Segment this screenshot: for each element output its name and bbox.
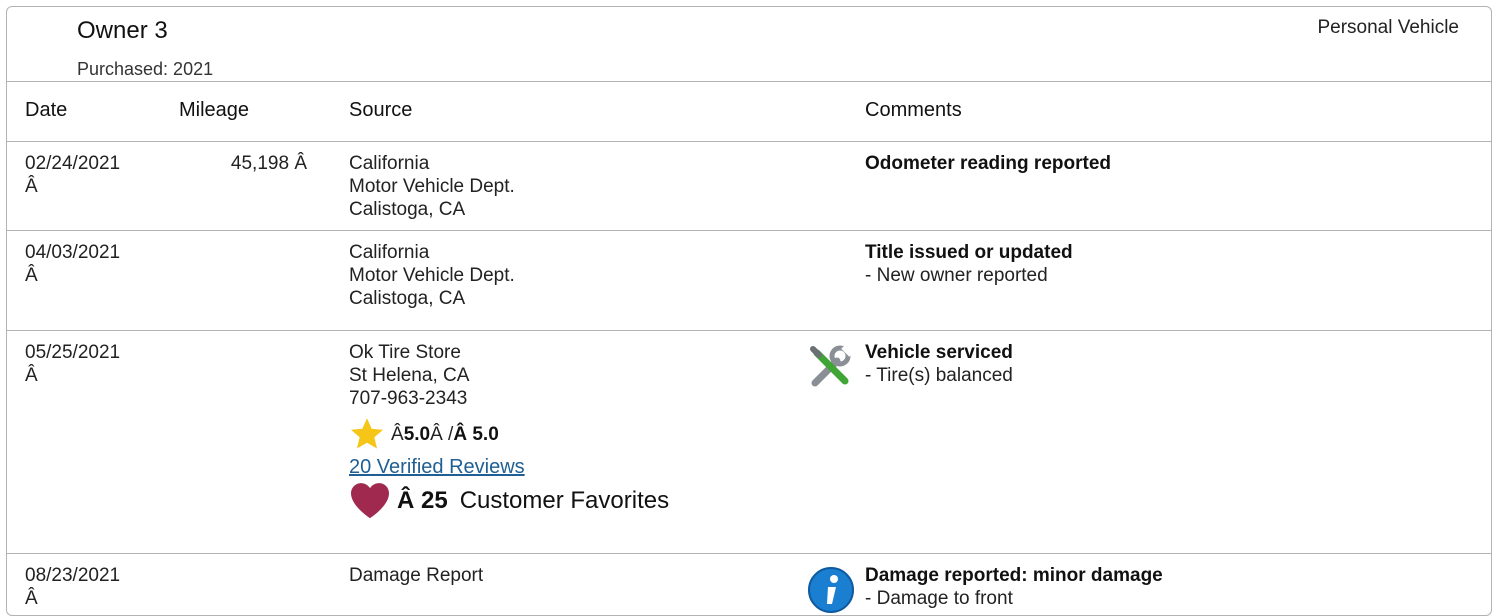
table-row: 05/25/2021 Â Ok Tire Store St Helena, CA…: [7, 331, 1491, 554]
date-value: 08/23/2021: [25, 565, 121, 586]
row-source: Ok Tire Store St Helena, CA 707-963-2343…: [349, 341, 669, 519]
comment-detail: - Damage to front: [865, 588, 1013, 609]
source-line: Calistoga, CA: [349, 199, 466, 220]
verified-reviews-link[interactable]: 20 Verified Reviews: [349, 456, 669, 479]
date-value: 05/25/2021: [25, 342, 121, 363]
row-date: 05/25/2021 Â: [25, 341, 120, 387]
tools-icon: [807, 343, 855, 391]
date-value: 04/03/2021: [25, 242, 121, 263]
column-header-date: Date: [25, 99, 68, 121]
row-source: Damage Report: [349, 564, 483, 587]
date-value: 02/24/2021: [25, 153, 121, 174]
comment-title: Title issued or updated: [865, 242, 1073, 263]
rating-separator: Â /: [430, 423, 454, 445]
owner-header: Owner 3 Purchased: 2021 Personal Vehicle: [7, 7, 1491, 82]
customer-favorites: Â 25 Customer Favorites: [349, 481, 669, 519]
rating-prefix: Â: [391, 423, 404, 445]
date-suffix: Â: [25, 588, 38, 609]
column-header-source: Source: [349, 99, 413, 121]
row-comments: Title issued or updated - New owner repo…: [865, 241, 1073, 287]
row-comments: Odometer reading reported: [865, 152, 1111, 175]
row-date: 08/23/2021 Â: [25, 564, 120, 610]
comment-title: Damage reported: minor damage: [865, 565, 1163, 586]
vehicle-type: Personal Vehicle: [1317, 17, 1459, 38]
favorites-count: Â 25: [397, 486, 448, 514]
source-line: St Helena, CA: [349, 365, 470, 386]
purchased-year: Purchased: 2021: [77, 59, 214, 79]
owner-title: Owner 3: [77, 17, 168, 44]
comment-title: Odometer reading reported: [865, 153, 1111, 174]
info-icon: [807, 566, 855, 614]
source-line: Damage Report: [349, 565, 484, 586]
source-line: 707-963-2343: [349, 388, 468, 409]
row-mileage: 45,198 Â: [230, 153, 307, 174]
date-suffix: Â: [25, 365, 38, 386]
row-source: California Motor Vehicle Dept. Calistoga…: [349, 152, 515, 221]
comment-detail: - New owner reported: [865, 265, 1048, 286]
owner-history-card: Owner 3 Purchased: 2021 Personal Vehicle…: [6, 6, 1492, 616]
row-comments: Vehicle serviced - Tire(s) balanced: [865, 341, 1013, 387]
date-suffix: Â: [25, 265, 38, 286]
rating-max: Â 5.0: [453, 423, 499, 445]
row-source: California Motor Vehicle Dept. Calistoga…: [349, 241, 515, 310]
shop-rating: Â 5.0 Â / Â 5.0: [349, 416, 669, 452]
table-row: 02/24/2021 Â 45,198 Â California Motor V…: [7, 142, 1491, 231]
table-row: 08/23/2021 Â Damage Report Damage report…: [7, 554, 1491, 615]
table-row: 04/03/2021 Â California Motor Vehicle De…: [7, 231, 1491, 331]
column-header-comments: Comments: [865, 99, 962, 121]
star-icon: [350, 418, 384, 449]
comment-title: Vehicle serviced: [865, 342, 1013, 363]
row-date: 04/03/2021 Â: [25, 241, 120, 287]
source-line: Motor Vehicle Dept.: [349, 265, 515, 286]
row-date: 02/24/2021 Â: [25, 152, 120, 198]
table-header: Date Mileage Source Comments: [7, 82, 1491, 142]
source-line: Motor Vehicle Dept.: [349, 176, 515, 197]
heart-icon: [351, 483, 389, 519]
rating-score: 5.0: [403, 423, 431, 445]
row-comments: Damage reported: minor damage - Damage t…: [865, 564, 1163, 610]
date-suffix: Â: [25, 176, 38, 197]
comment-detail: - Tire(s) balanced: [865, 365, 1013, 386]
favorites-label: Customer Favorites: [459, 486, 670, 514]
source-line: California: [349, 153, 430, 174]
source-line: Ok Tire Store: [349, 342, 461, 363]
source-line: California: [349, 242, 430, 263]
column-header-mileage: Mileage: [179, 99, 250, 121]
source-line: Calistoga, CA: [349, 288, 466, 309]
